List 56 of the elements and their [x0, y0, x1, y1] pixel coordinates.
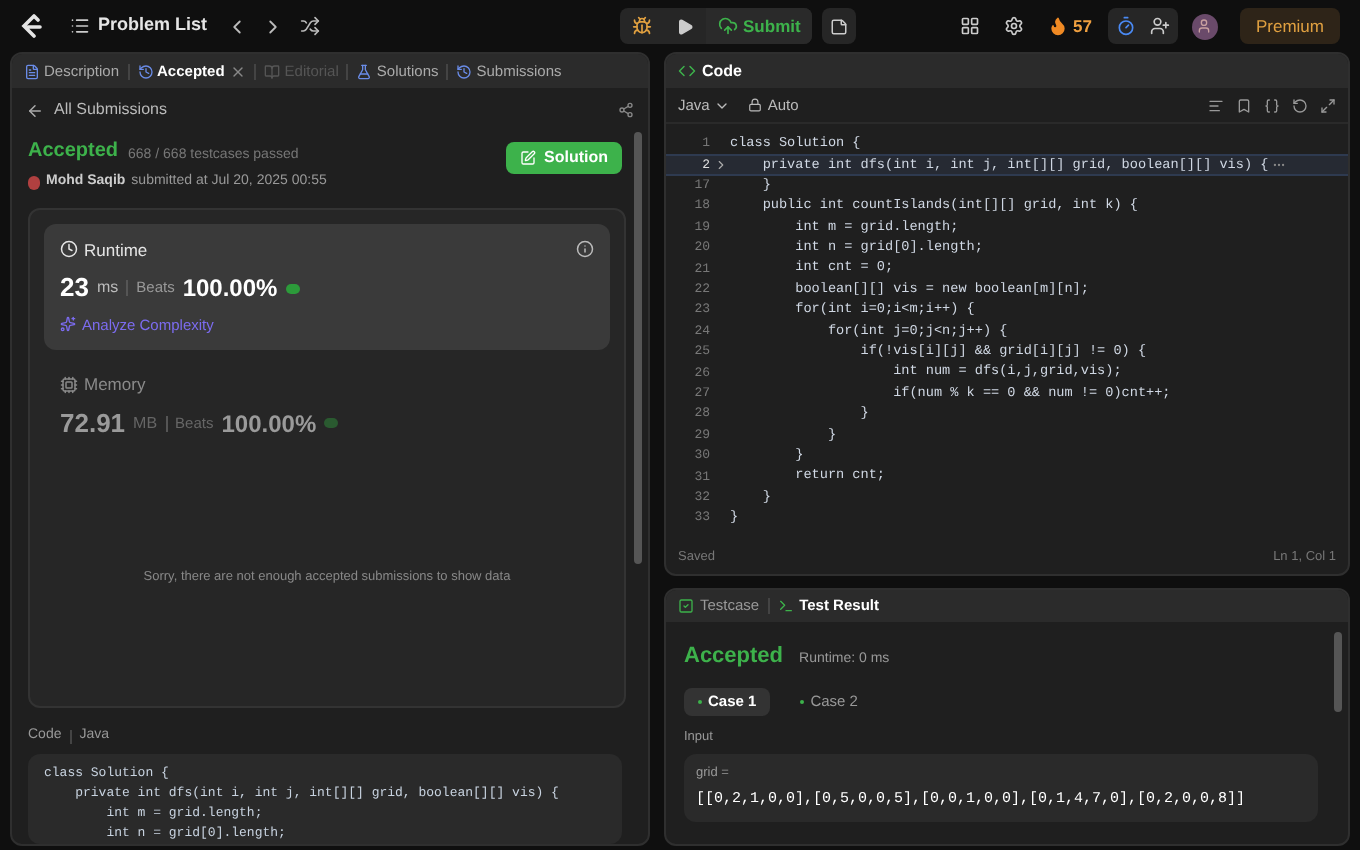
problem-list-link[interactable]: Problem List — [98, 12, 208, 40]
flame-icon — [1047, 16, 1068, 36]
lock-icon — [747, 98, 762, 112]
list-icon[interactable] — [70, 16, 90, 36]
tab-icon — [137, 63, 154, 79]
terminal-icon — [777, 598, 794, 614]
all-submissions-link[interactable]: All Submissions — [54, 98, 167, 122]
streak-count: 57 — [1073, 13, 1092, 39]
submit-button[interactable]: Submit — [705, 8, 813, 44]
share-icon[interactable] — [618, 102, 634, 118]
braces-icon[interactable] — [1264, 97, 1280, 113]
premium-button[interactable]: Premium — [1239, 8, 1340, 44]
badge-icon — [285, 283, 300, 293]
author-avatar — [28, 175, 40, 190]
layout-icon[interactable] — [959, 16, 980, 36]
timer-icon[interactable] — [1115, 16, 1136, 36]
play-icon — [675, 17, 694, 35]
cloud-upload-icon — [717, 16, 738, 36]
result-status: Accepted — [684, 642, 784, 672]
editor-title: Code — [702, 59, 742, 83]
metric-unit: ms — [96, 276, 119, 300]
metric-unit: MB — [133, 411, 158, 435]
settings-icon[interactable] — [1003, 16, 1024, 36]
info-icon[interactable] — [576, 240, 594, 259]
metric-label: Runtime — [84, 237, 148, 263]
format-icon[interactable] — [1208, 97, 1224, 113]
shuffle-icon[interactable] — [299, 16, 320, 36]
status-text: Accepted — [28, 138, 119, 166]
logo-icon[interactable] — [20, 13, 44, 39]
checkbox-icon — [678, 598, 694, 614]
reset-icon[interactable] — [1292, 97, 1308, 113]
sparkles-icon — [60, 316, 76, 333]
beats-percentage: 100.00% — [182, 272, 278, 306]
code-icon — [678, 62, 696, 80]
badge-icon — [324, 418, 339, 428]
metric-value: 23 — [60, 270, 89, 307]
close-icon[interactable] — [230, 63, 247, 79]
add-user-icon[interactable] — [1149, 16, 1170, 36]
avatar[interactable] — [1191, 13, 1218, 39]
notes-button[interactable] — [822, 8, 857, 44]
note-icon — [830, 17, 849, 35]
back-arrow-icon[interactable] — [26, 101, 44, 119]
bug-icon — [631, 16, 652, 36]
metric-value: 72.91 — [60, 405, 126, 442]
pen-square-icon — [520, 150, 536, 166]
tab-icon — [24, 63, 40, 79]
tab-icon — [456, 63, 473, 79]
beats-percentage: 100.00% — [221, 407, 317, 441]
tab-icon — [264, 63, 281, 79]
clock-icon — [60, 240, 78, 259]
expand-icon[interactable] — [1320, 97, 1336, 113]
metric-label: Memory — [84, 372, 146, 398]
chip-icon — [60, 375, 78, 394]
scrollbar — [1334, 632, 1342, 712]
tab-icon — [356, 63, 373, 79]
bookmark-icon[interactable] — [1236, 97, 1252, 113]
